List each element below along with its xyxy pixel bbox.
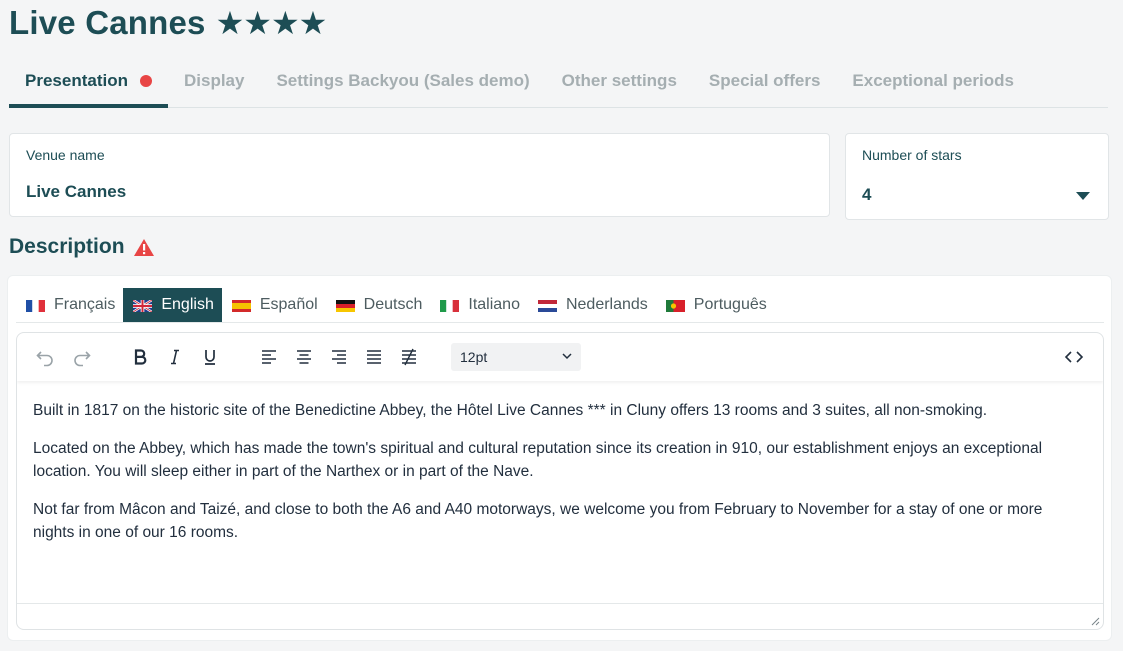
content-paragraph: Built in 1817 on the historic site of th…	[33, 402, 988, 419]
underline-icon	[205, 350, 215, 365]
redo-button[interactable]	[70, 345, 94, 369]
lang-label: Português	[693, 296, 767, 313]
align-right-icon	[332, 350, 346, 364]
align-justify-button[interactable]	[362, 345, 386, 369]
lang-label: Nederlands	[565, 296, 648, 313]
lang-label: Français	[54, 296, 116, 313]
italic-button[interactable]	[163, 345, 187, 369]
tab-other-settings[interactable]: Other settings	[546, 58, 693, 104]
tab-label: Special offers	[708, 71, 821, 90]
flag-gb-icon	[133, 300, 153, 312]
tab-label: Exceptional periods	[852, 71, 1014, 90]
description-editor-panel: Français English Español Deutsch Italian…	[7, 275, 1112, 641]
source-code-button[interactable]	[1062, 345, 1086, 369]
align-center-icon	[297, 350, 311, 364]
code-icon	[1064, 351, 1084, 363]
lang-tab-nederlands[interactable]: Nederlands	[528, 288, 656, 322]
flag-nl-icon	[537, 300, 557, 312]
remove-format-button[interactable]	[397, 345, 421, 369]
tab-label: Display	[183, 71, 245, 90]
align-right-button[interactable]	[327, 345, 351, 369]
venue-name-field[interactable]: Venue name Live Cannes	[9, 133, 830, 217]
flag-de-icon	[335, 300, 355, 312]
page-title-text: Live Cannes	[9, 4, 206, 41]
redo-icon	[74, 351, 91, 367]
tab-exceptional-periods[interactable]: Exceptional periods	[836, 58, 1030, 104]
content-paragraph: Not far from Mâcon and Taizé, and close …	[33, 501, 1043, 541]
font-size-select[interactable]: 12pt	[451, 343, 581, 371]
lang-label: Español	[259, 296, 318, 313]
lang-tab-espanol[interactable]: Español	[222, 288, 326, 322]
flag-pt-icon	[665, 300, 685, 312]
font-size-value: 12pt	[460, 349, 488, 365]
language-tabs: Français English Español Deutsch Italian…	[16, 288, 1104, 323]
page-title: Live Cannes ★★★★	[9, 4, 328, 42]
flag-es-icon	[231, 300, 251, 312]
align-left-button[interactable]	[257, 345, 281, 369]
description-heading: Description	[9, 235, 155, 259]
tab-special-offers[interactable]: Special offers	[693, 58, 837, 104]
underline-button[interactable]	[198, 345, 222, 369]
chevron-down-icon	[562, 353, 572, 360]
lang-tab-italiano[interactable]: Italiano	[430, 288, 528, 322]
alert-dot-icon	[139, 75, 152, 87]
lang-label: Italiano	[468, 296, 520, 313]
venue-name-input[interactable]: Live Cannes	[26, 182, 126, 202]
content-paragraph: Located on the Abbey, which has made the…	[33, 440, 1043, 480]
editor-content[interactable]: Built in 1817 on the historic site of th…	[17, 381, 1103, 603]
flag-it-icon	[440, 300, 460, 312]
caret-down-icon	[1076, 192, 1090, 200]
number-of-stars-select[interactable]: Number of stars 4	[845, 133, 1109, 220]
lang-label: English	[161, 296, 214, 313]
bold-button[interactable]	[128, 345, 152, 369]
lang-tab-francais[interactable]: Français	[16, 288, 123, 322]
description-title: Description	[9, 235, 125, 258]
tab-display[interactable]: Display	[168, 58, 260, 104]
tab-label: Presentation	[25, 71, 128, 90]
flag-fr-icon	[26, 300, 45, 312]
venue-name-label: Venue name	[26, 147, 105, 163]
rich-text-editor: 12pt Built in 1817 on the historic site …	[16, 332, 1104, 630]
editor-toolbar: 12pt	[17, 333, 1103, 381]
align-left-icon	[262, 350, 276, 364]
undo-button[interactable]	[33, 345, 57, 369]
tab-label: Settings Backyou (Sales demo)	[276, 71, 530, 90]
stars-rating: ★★★★	[215, 5, 328, 41]
main-tabs: Presentation Display Settings Backyou (S…	[9, 62, 1108, 108]
bold-icon	[134, 349, 147, 365]
lang-tab-deutsch[interactable]: Deutsch	[326, 288, 431, 322]
resize-handle-icon[interactable]	[1090, 616, 1100, 626]
remove-format-icon	[402, 348, 416, 366]
tab-presentation[interactable]: Presentation	[9, 58, 168, 108]
tab-settings-backyou[interactable]: Settings Backyou (Sales demo)	[260, 58, 545, 104]
undo-icon	[36, 351, 53, 367]
lang-tab-english[interactable]: English	[123, 288, 222, 322]
number-of-stars-label: Number of stars	[862, 147, 962, 163]
align-justify-icon	[367, 350, 381, 364]
warning-triangle-icon	[133, 238, 154, 256]
align-center-button[interactable]	[292, 345, 316, 369]
italic-icon	[171, 349, 179, 365]
lang-label: Deutsch	[363, 296, 423, 313]
lang-tab-portugues[interactable]: Português	[656, 288, 775, 322]
editor-statusbar	[17, 603, 1103, 629]
tab-label: Other settings	[561, 71, 677, 90]
number-of-stars-value: 4	[862, 185, 872, 204]
